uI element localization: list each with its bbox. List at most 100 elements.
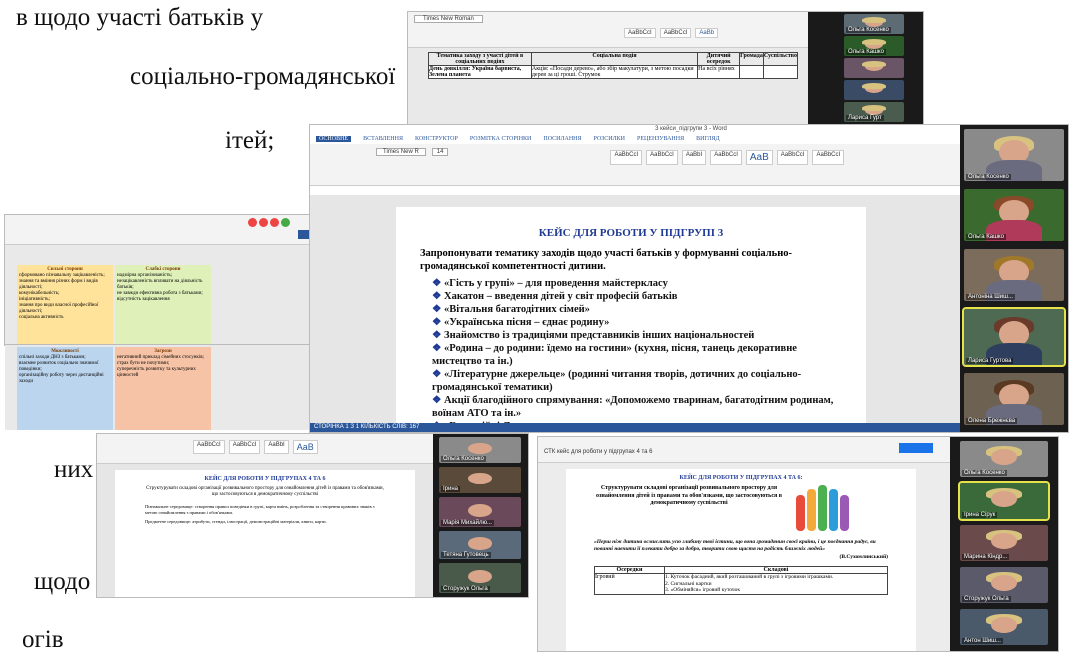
table-header: Складові — [664, 566, 888, 574]
participant-name: Тетяна Гутовець — [441, 552, 491, 558]
swot-weaknesses: Слабкі сторони надмірна організованість;… — [115, 265, 211, 345]
document-page[interactable]: КЕЙС ДЛЯ РОБОТИ У ПІДГРУПАХ 4 ТА 6: Стру… — [566, 469, 916, 651]
doc-text-line-3: ітей; — [225, 127, 275, 154]
participant-tile[interactable] — [844, 80, 904, 100]
tab-design[interactable]: КОНСТРУКТОР — [415, 136, 458, 142]
swot-opportunities: Можливості спільні заходи ДНЗ з батьками… — [17, 347, 113, 430]
topics-table: Тематика заходу з участі дітей в соціаль… — [428, 52, 799, 79]
participant-tile-active[interactable]: Лариса Гуртова — [962, 307, 1066, 367]
participant-tile[interactable]: Тетяна Гутовець — [439, 531, 521, 559]
style-item[interactable]: AaBbCcI — [812, 150, 845, 165]
table-cell: Акція: «Посади дерево», або збір макулат… — [530, 65, 699, 79]
participant-name: Лариса Гуртова — [966, 358, 1014, 364]
style-heading[interactable]: AaBb — [695, 28, 719, 38]
ribbon: Times New R 14 AaBbCcI AaBbCcI AaBbI AaB… — [310, 144, 960, 186]
participant-name: Марина Кіндр... — [962, 554, 1010, 560]
table-cell — [762, 65, 799, 79]
swot-item: відсутність зацікавлення — [117, 297, 170, 302]
style-item[interactable]: AaB — [292, 440, 318, 454]
swot-lower-area: Можливості спільні заходи ДНЗ з батьками… — [5, 345, 310, 430]
share-button[interactable] — [899, 443, 933, 453]
ribbon — [5, 215, 330, 245]
table-cell: День довкілля: Україна барвиста, Зелена … — [428, 65, 532, 79]
tab-references[interactable]: ПОСИЛАННЯ — [543, 136, 581, 142]
ribbon: Times New Roman AaBbCcI AaBbCcI AaBb — [408, 12, 808, 48]
style-item[interactable]: AaBbCcI — [776, 150, 809, 165]
style-normal[interactable]: AaBbCcI — [624, 28, 656, 38]
participant-tile[interactable]: Ольга Кашко — [844, 36, 904, 56]
participant-tile[interactable]: Олена Брежнєва — [964, 373, 1064, 425]
case-list: «Гість у групі» – для проведення майстер… — [420, 277, 842, 432]
tab-home[interactable]: ОСНОВНЕ — [316, 136, 352, 142]
tab-view[interactable]: ВИГЛЯД — [696, 136, 720, 142]
style-item[interactable]: AaBbCcI — [710, 150, 742, 165]
tab-layout[interactable]: РОЗМІТКА СТОРІНКИ — [470, 136, 532, 142]
style-item[interactable]: AaBbCcI — [610, 150, 643, 165]
swot-item: взаємне розвиток соціально значимої пове… — [19, 361, 99, 372]
screenshot-swot: Сильні сторони сформовано пізнавальну за… — [5, 215, 330, 345]
style-item[interactable]: AaBbI — [264, 440, 289, 454]
swot-item: знання про види власної професійної діял… — [19, 303, 99, 314]
list-item: «Українська пісня – єднає родину» — [432, 316, 842, 329]
video-strip: Ольга Косенко Ольга Кашко Антоніна Шиш..… — [960, 125, 1068, 432]
participant-tile[interactable]: Лариса Гурт — [844, 102, 904, 122]
participant-name: Сторужук Ольга — [441, 586, 490, 592]
style-item[interactable]: AaBbI — [681, 150, 707, 165]
styles-gallery: AaBbCcI AaBbCcI AaBbI AaBbCcI AaB AaBbCc… — [604, 148, 850, 167]
font-size-box[interactable]: 14 — [431, 148, 449, 156]
participant-name: Ольга Косенко — [846, 27, 891, 33]
participant-tile[interactable]: Ольга Косенко — [964, 129, 1064, 181]
style-item[interactable]: AaB — [745, 150, 773, 165]
case-paragraph: Предметне середовище: атрибути, стенди, … — [145, 519, 327, 524]
participant-name: Марія Михайлю... — [441, 520, 494, 526]
case-paragraph: Пізнавальне середовище: створення правил… — [145, 504, 375, 515]
swot-item: організаційну роботу через дистанційні з… — [19, 373, 104, 384]
participant-tile[interactable]: Антоніна Шиш... — [964, 249, 1064, 301]
participant-name: Олена Брежнєва — [966, 418, 1018, 424]
table-cell: На всіх рівнях — [697, 65, 741, 79]
participant-tile[interactable]: Ольга Косенко — [439, 437, 521, 463]
table-header: Тематика заходу з участі дітей в соціаль… — [428, 52, 532, 66]
participant-tile[interactable] — [844, 58, 904, 78]
participant-tile[interactable]: Ірина — [439, 467, 521, 493]
style-item[interactable]: AaBbCcI — [228, 440, 261, 454]
list-item: Знайомство із традиціями представників і… — [432, 329, 842, 342]
screenshot-bottom-left: AaBbCcI AaBbCcI AaBbI AaB КЕЙС ДЛЯ РОБОТ… — [97, 434, 528, 597]
table-header: Суспільство — [762, 52, 799, 66]
participant-tile-active[interactable]: Ірина Сірук — [958, 481, 1050, 521]
quote-author: (В.Сухомлинський) — [839, 554, 888, 560]
style-item[interactable]: AaBbCcI — [193, 440, 225, 454]
doc-text-line-4: них — [54, 456, 94, 483]
tab-insert[interactable]: ВСТАВЛЕННЯ — [363, 136, 403, 142]
case-title: КЕЙС ДЛЯ РОБОТИ У ПІДГРУПАХ 4 ТА 6 — [204, 476, 326, 482]
participant-name: Антоніна Шиш... — [966, 294, 1015, 300]
document-page[interactable]: КЕЙС ДЛЯ РОБОТИ У ПІДГРУПІ 3 Запропонува… — [396, 207, 866, 432]
document-page[interactable]: КЕЙС ДЛЯ РОБОТИ У ПІДГРУПАХ 4 ТА 6 Струк… — [115, 470, 415, 597]
participant-tile[interactable]: Марина Кіндр... — [960, 525, 1048, 561]
font-name-box[interactable]: Times New R — [376, 148, 426, 156]
tab-mailings[interactable]: РОЗСИЛКИ — [594, 136, 626, 142]
participant-tile[interactable]: Антон Шиш... — [960, 609, 1048, 645]
participant-tile[interactable]: Марія Михайлю... — [439, 497, 521, 527]
table-cell: Ігровий — [594, 573, 665, 595]
participant-tile[interactable]: Сторужук Ольга — [439, 563, 521, 593]
status-icon — [248, 218, 257, 227]
case-intro: Запропонувати тематику заходів щодо учас… — [420, 248, 793, 272]
participant-name: Лариса Гурт — [846, 115, 884, 121]
case-paragraph: Структурувати складові організації розви… — [146, 486, 384, 497]
participant-tile[interactable]: Ольга Косенко — [960, 441, 1048, 477]
style-no-spacing[interactable]: AaBbCcI — [659, 28, 692, 38]
participant-tile[interactable]: Ольга Кашко — [964, 189, 1064, 241]
table-cell — [739, 65, 764, 79]
font-name-box[interactable]: Times New Roman — [414, 15, 483, 23]
doc-text-line-1: в щодо участі батьків у — [16, 4, 264, 31]
tab-review[interactable]: РЕЦЕНЗУВАННЯ — [637, 136, 684, 142]
screenshot-main: 3 кейси_підгрупи 3 - Word ОСНОВНЕ ВСТАВЛ… — [310, 125, 1068, 432]
swot-item: суперечність розвитку та культурних цінн… — [117, 367, 196, 378]
participant-tile[interactable]: Ольга Косенко — [844, 14, 904, 34]
style-item[interactable]: AaBbCcI — [646, 150, 678, 165]
doc-text-line-5: щодо — [34, 568, 91, 595]
case-quote: «Перш ніж дитина осмислить усю глибину т… — [594, 539, 876, 552]
participant-tile[interactable]: Сторужук Ольга — [960, 567, 1048, 603]
table-header: Соціальна подія — [530, 52, 699, 66]
